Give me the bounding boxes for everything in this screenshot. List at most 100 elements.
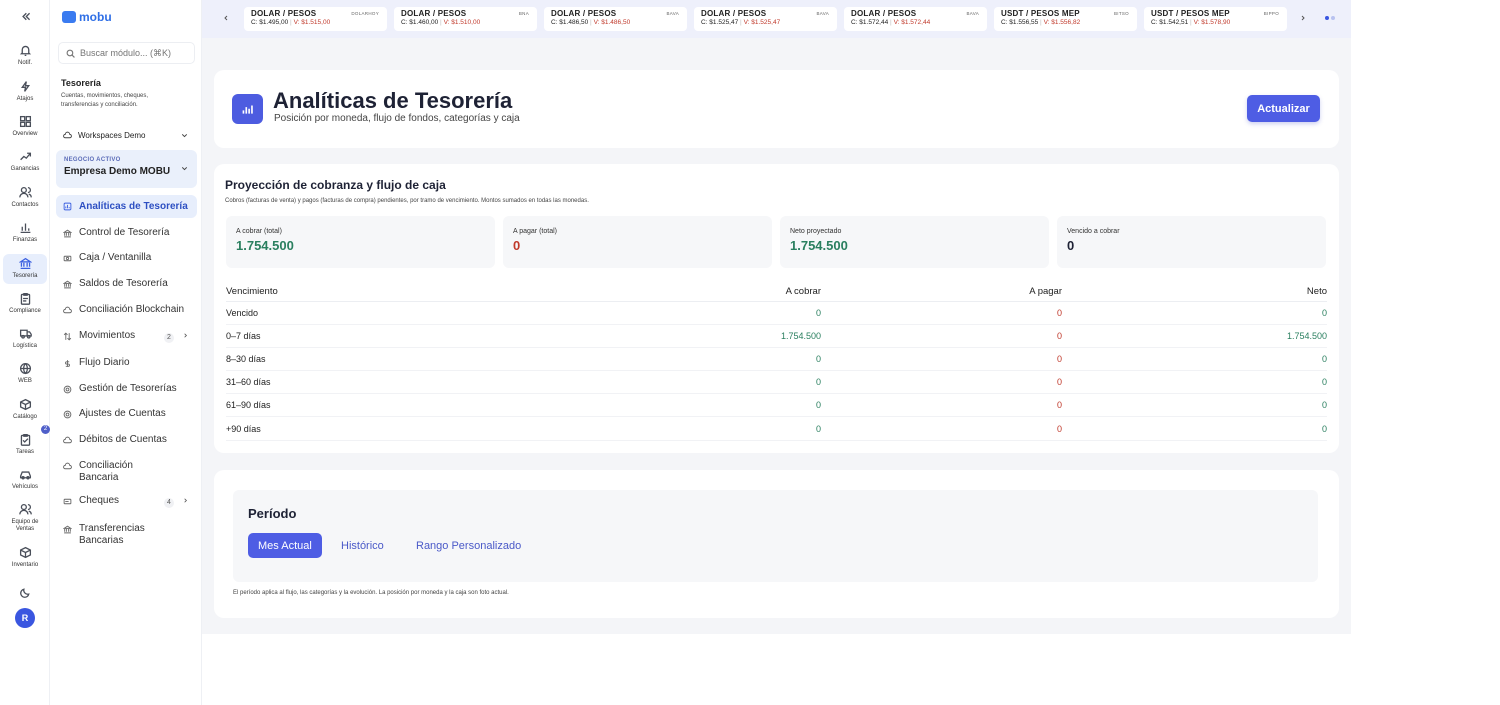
sidebar-item-debitos[interactable]: Débitos de Cuentas: [56, 434, 197, 446]
ticker-card[interactable]: DOLAR / PESOS BAVA C: $1.525,47 | V: $1.52…: [694, 7, 837, 31]
rail-item-tesoreria[interactable]: Tesorería: [3, 254, 47, 284]
table-row: Vencido 0 0 0: [226, 301, 1327, 325]
table-row: 8–30 días 0 0 0: [226, 347, 1327, 372]
rail-item-web[interactable]: WEB: [3, 362, 47, 394]
kpi-label: A pagar (total): [513, 228, 557, 235]
active-business-selector[interactable]: NEGOCIO ACTIVO Empresa Demo MOBU: [56, 150, 197, 188]
sidebar-item-label: Saldos de Tesorería: [79, 278, 168, 289]
chevron-down-icon: [181, 134, 188, 138]
cloud-icon: [63, 436, 72, 444]
chevron-down-icon: [181, 167, 188, 171]
rail-label: Vehículos: [11, 484, 39, 490]
sidebar-item-transferencias[interactable]: Transferencias Bancarias: [56, 523, 166, 547]
rail-item-catalogo[interactable]: Catálogo: [3, 398, 47, 430]
kpi-label: Neto proyectado: [790, 228, 842, 235]
module-search[interactable]: [58, 42, 195, 64]
rail-label: Equipo de Ventas: [11, 519, 39, 532]
search-input[interactable]: [80, 48, 190, 58]
sidebar-item-conciliacion-blockchain[interactable]: Conciliación Blockchain: [56, 304, 197, 316]
ticker-source: BNA: [518, 11, 529, 16]
ticker-sell: V: $1.525,47: [743, 19, 781, 26]
tab-historico[interactable]: Histórico: [331, 533, 394, 558]
ticker-next-button[interactable]: [1293, 8, 1313, 28]
rail-item-inventario[interactable]: Inventario: [3, 546, 47, 578]
ticker-card[interactable]: DOLAR / PESOS BAVA C: $1.486,50 | V: $1.48…: [544, 7, 687, 31]
kpi-label: A cobrar (total): [236, 228, 282, 235]
rail-item-ganancias[interactable]: Ganancias: [3, 150, 47, 182]
ticker-prev-button[interactable]: [216, 8, 236, 28]
rail-item-logistica[interactable]: Logística: [3, 327, 47, 359]
rail-item-atajos[interactable]: Atajos: [3, 80, 47, 112]
ticker-buy: C: $1.495,00: [251, 19, 289, 26]
tab-mes-actual[interactable]: Mes Actual: [248, 533, 322, 558]
sidebar-item-flujo-diario[interactable]: Flujo Diario: [56, 357, 197, 369]
sidebar-item-caja[interactable]: Caja / Ventanilla: [56, 252, 197, 264]
clipboard-icon: [20, 292, 30, 305]
avatar[interactable]: R: [15, 608, 35, 628]
table-row: +90 días 0 0 0: [226, 416, 1327, 441]
business-label: NEGOCIO ACTIVO: [64, 157, 121, 163]
rail-item-tareas[interactable]: Tareas: [3, 433, 47, 465]
sidebar-item-control[interactable]: Control de Tesorería: [56, 227, 197, 239]
bell-icon: [19, 45, 31, 57]
table-cell: 0: [1062, 393, 1327, 418]
ticker-pair: USDT / PESOS MEP: [1001, 9, 1080, 18]
sidebar-item-label: Flujo Diario: [79, 357, 130, 368]
collapse-icon[interactable]: [3, 10, 47, 24]
rail-item-compliance[interactable]: Compliance: [3, 292, 47, 324]
ticker-values: C: $1.486,50 | V: $1.486,50: [551, 19, 631, 26]
sidebar-item-ajustes[interactable]: Ajustes de Cuentas: [56, 408, 197, 420]
rail-item-overview[interactable]: Overview: [3, 115, 47, 147]
period-note: El período aplica al flujo, las categorí…: [233, 590, 509, 596]
ticker-card[interactable]: DOLAR / PESOS BAVA C: $1.572,44 | V: $1.57…: [844, 7, 987, 31]
ticker-card[interactable]: DOLAR / PESOS DOLARHOY C: $1.495,00 | V: $…: [244, 7, 387, 31]
rail-label: Tesorería: [12, 273, 38, 279]
chevron-right-icon: [182, 330, 189, 343]
sidebar-item-gestion[interactable]: Gestión de Tesorerías: [56, 383, 197, 395]
theme-toggle[interactable]: [3, 586, 47, 600]
ticker-source: BAVA: [966, 11, 979, 16]
clipboard-check-icon: [20, 433, 30, 446]
page-title: Analíticas de Tesorería: [273, 88, 513, 113]
ticker-card[interactable]: USDT / PESOS MEP BITSO C: $1.556,55 | V: $…: [994, 7, 1137, 31]
sidebar-item-label: Débitos de Cuentas: [79, 434, 167, 445]
sidebar-item-movimientos[interactable]: Movimientos 2: [56, 330, 197, 343]
rail-item-equipo-ventas[interactable]: Equipo de Ventas: [3, 503, 47, 539]
ticker-card[interactable]: DOLAR / PESOS BNA C: $1.460,00 | V: $1.510…: [394, 7, 537, 31]
logo[interactable]: mobu: [62, 10, 112, 24]
rail-label: Finanzas: [12, 237, 38, 243]
chevron-right-icon: [182, 495, 189, 508]
sidebar-item-saldos[interactable]: Saldos de Tesorería: [56, 278, 197, 290]
rail-item-contactos[interactable]: Contactos: [3, 186, 47, 218]
table-cell: 0–7 días: [226, 324, 586, 348]
sidebar-item-label: Analíticas de Tesorería: [79, 200, 188, 212]
sidebar-item-conciliacion-bancaria[interactable]: Conciliación Bancaria: [56, 460, 166, 484]
ticker-dots[interactable]: [1325, 16, 1335, 20]
table-cell: 0: [1062, 416, 1327, 441]
rail-item-finanzas[interactable]: Finanzas: [3, 221, 47, 253]
count-badge: 2: [164, 333, 174, 343]
zap-icon: [20, 81, 30, 92]
table-cell: 0: [586, 416, 821, 441]
ticker-source: BITSO: [1113, 11, 1129, 16]
cloud-icon: [63, 306, 72, 314]
rail-item-vehiculos[interactable]: Vehículos: [3, 468, 47, 500]
ticker-card[interactable]: USDT / PESOS MEP BIPPO C: $1.542,51 | V: $…: [1144, 7, 1287, 31]
update-button[interactable]: Actualizar: [1247, 95, 1320, 122]
kpi-value: 0: [513, 238, 521, 253]
sidebar-item-label: Caja / Ventanilla: [79, 252, 152, 263]
check-doc-icon: [63, 498, 72, 505]
rail-item-notif[interactable]: Notif.: [3, 44, 47, 76]
aging-table: Vencimiento A cobrar A pagar Neto Vencid…: [226, 282, 1327, 441]
tab-rango-personalizado[interactable]: Rango Personalizado: [406, 533, 531, 558]
rail-label: Contactos: [11, 202, 39, 208]
ticker-values: C: $1.572,44 | V: $1.572,44: [851, 19, 931, 26]
rail-label: Catálogo: [12, 414, 38, 420]
kpi-value: 1.754.500: [236, 238, 294, 253]
sidebar-item-analiticas[interactable]: Analíticas de Tesorería: [56, 195, 197, 218]
workspace-selector[interactable]: Workspaces Demo: [58, 126, 197, 145]
sidebar-item-cheques[interactable]: Cheques 4: [56, 495, 197, 508]
search-icon: [66, 49, 75, 58]
ticker-source: BIPPO: [1263, 11, 1279, 16]
cash-icon: [63, 255, 72, 262]
